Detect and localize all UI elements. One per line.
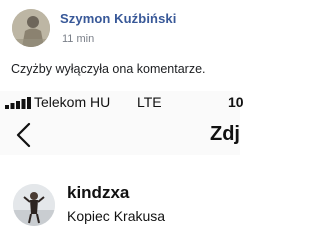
nav-title: Zdj [210,123,240,145]
embedded-screenshot: Telekom HU LTE 10 Zdj kindzxa Kopiec Kra… [0,91,244,240]
post-author-avatar[interactable] [13,184,55,226]
comment-timestamp[interactable]: 11 min [62,33,94,45]
comment-text: Czyżby wyłączyła ona komentarze. [11,62,206,76]
status-clock: 10 [228,94,244,110]
signal-strength-icon [5,97,31,109]
carrier-name: Telekom HU [34,94,111,110]
post-header: kindzxa Kopiec Krakusa [0,155,240,240]
commenter-avatar[interactable] [12,9,50,47]
chevron-left-icon [16,122,31,148]
back-button[interactable] [14,121,36,149]
network-type: LTE [137,94,162,110]
status-bar: Telekom HU LTE 10 [0,91,244,113]
post-location[interactable]: Kopiec Krakusa [67,208,165,224]
nav-bar: Zdj [0,113,240,156]
post-username[interactable]: kindzxa [67,183,129,203]
commenter-name[interactable]: Szymon Kuźbiński [60,11,176,26]
